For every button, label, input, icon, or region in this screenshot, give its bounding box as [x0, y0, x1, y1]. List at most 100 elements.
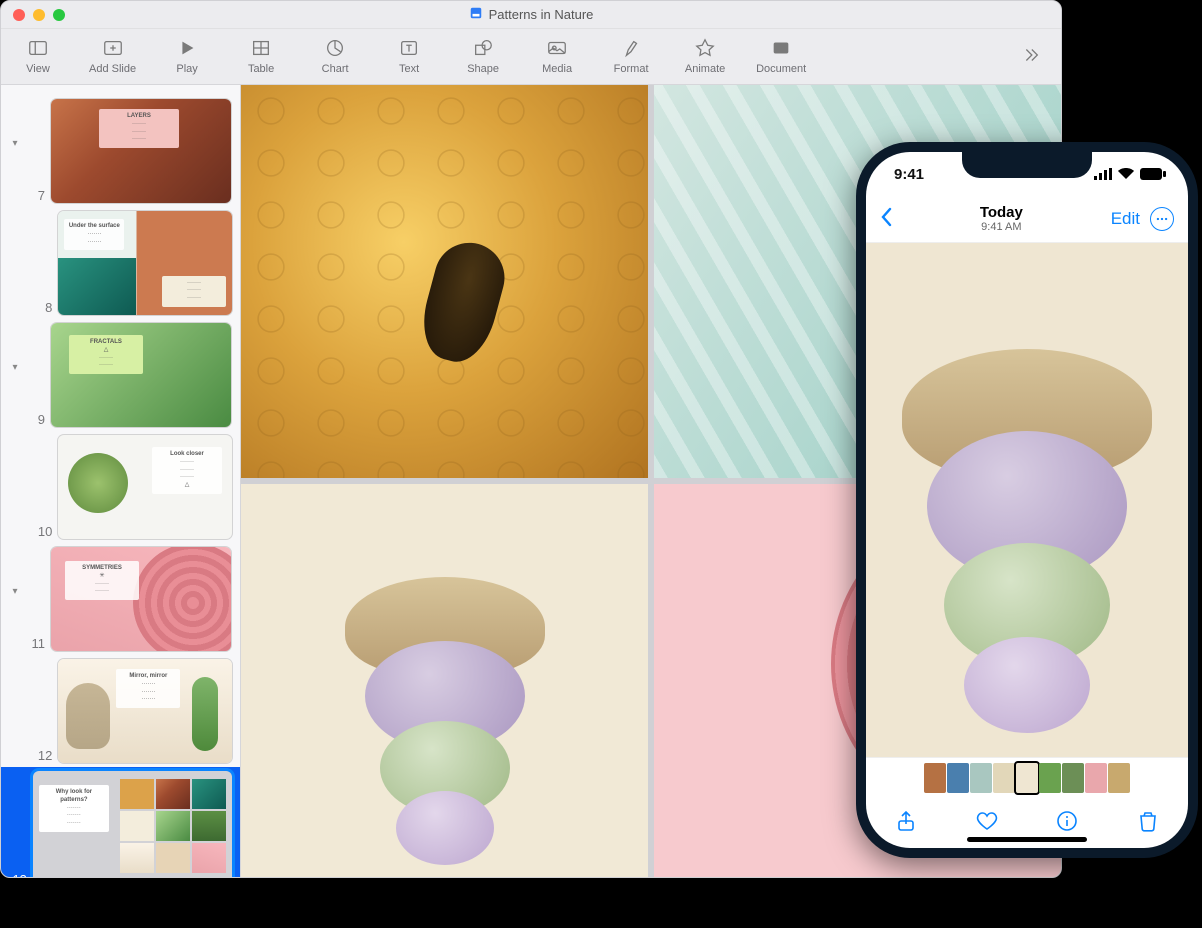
photo-filmstrip[interactable]	[866, 758, 1188, 798]
thumbnail-image: SYMMETRIES✳··············	[51, 547, 231, 651]
view-label: View	[26, 63, 50, 75]
document-icon	[770, 35, 792, 61]
shape-icon	[472, 35, 494, 61]
slide-thumbnail-10[interactable]: 10 Look closer·····················△	[1, 431, 240, 543]
chart-button[interactable]: Chart	[312, 35, 358, 75]
format-button[interactable]: Format	[608, 35, 654, 75]
iphone-device: 9:41 Today 9:41 AM Edit	[856, 142, 1198, 858]
add-slide-icon	[102, 35, 124, 61]
thumbnail-image: Mirror, mirror·····················	[58, 659, 232, 763]
iphone-screen: 9:41 Today 9:41 AM Edit	[866, 152, 1188, 848]
slide-number: 9	[27, 412, 45, 427]
canvas-image-urchins[interactable]	[241, 484, 648, 877]
table-button[interactable]: Table	[238, 35, 284, 75]
disclosure-toggle[interactable]: ▾	[9, 586, 21, 597]
shape-label: Shape	[467, 63, 499, 75]
shape-button[interactable]: Shape	[460, 35, 506, 75]
media-label: Media	[542, 63, 572, 75]
disclosure-toggle[interactable]: ▾	[9, 362, 21, 373]
wifi-icon	[1117, 168, 1135, 180]
chevron-right-icon	[1019, 42, 1041, 68]
slide-thumbnail-9[interactable]: ▾ 9 FRACTALS△··············	[1, 319, 240, 431]
format-label: Format	[614, 63, 649, 75]
slide-number: 10	[35, 524, 52, 539]
navbar-subtitle-text: 9:41 AM	[980, 221, 1023, 233]
slide-title: FRACTALS	[90, 339, 122, 345]
document-title-text: Patterns in Nature	[489, 7, 594, 22]
chart-icon	[324, 35, 346, 61]
text-label: Text	[399, 63, 419, 75]
photo-viewport[interactable]	[866, 242, 1188, 758]
toolbar: View Add Slide Play Table Chart Text Sha…	[1, 29, 1061, 85]
window-controls	[13, 9, 65, 21]
edit-button[interactable]: Edit	[1111, 209, 1140, 229]
close-icon[interactable]	[13, 9, 25, 21]
ellipsis-icon	[1155, 212, 1169, 226]
media-icon	[546, 35, 568, 61]
favorite-button[interactable]	[975, 809, 999, 838]
keynote-file-icon	[469, 6, 483, 23]
play-label: Play	[176, 63, 197, 75]
slide-title: Look closer	[170, 451, 204, 457]
format-icon	[620, 35, 642, 61]
slide-number: 11	[27, 636, 45, 651]
slide-thumbnail-13[interactable]: 13 Why look for patterns?···············…	[1, 767, 240, 877]
slide-navigator[interactable]: ▾ 7 LAYERS····················· 8 Under …	[1, 85, 241, 877]
slide-number: 7	[27, 188, 45, 203]
minimize-icon[interactable]	[33, 9, 45, 21]
heart-icon	[975, 809, 999, 833]
add-slide-label: Add Slide	[89, 63, 136, 75]
play-icon	[176, 35, 198, 61]
slide-thumbnail-7[interactable]: ▾ 7 LAYERS·····················	[1, 95, 240, 207]
info-icon	[1055, 809, 1079, 833]
slide-number: 8	[35, 300, 52, 315]
thumbnail-image: Look closer·····················△	[58, 435, 232, 539]
slide-title: Why look for patterns?	[56, 789, 92, 803]
slide-title: LAYERS	[127, 113, 151, 119]
chart-label: Chart	[322, 63, 349, 75]
notch	[962, 152, 1092, 178]
play-button[interactable]: Play	[164, 35, 210, 75]
slide-thumbnail-11[interactable]: ▾ 11 SYMMETRIES✳··············	[1, 543, 240, 655]
disclosure-toggle[interactable]: ▾	[9, 138, 21, 149]
slide-title: SYMMETRIES	[82, 565, 122, 571]
share-button[interactable]	[894, 809, 918, 838]
text-button[interactable]: Text	[386, 35, 432, 75]
table-label: Table	[248, 63, 274, 75]
document-label: Document	[756, 63, 806, 75]
more-button[interactable]	[1150, 207, 1174, 231]
status-time: 9:41	[894, 166, 924, 183]
canvas-image-honeycomb[interactable]	[241, 85, 648, 478]
delete-button[interactable]	[1136, 809, 1160, 838]
toolbar-overflow-button[interactable]	[1007, 42, 1053, 68]
battery-icon	[1140, 168, 1166, 180]
animate-button[interactable]: Animate	[682, 35, 728, 75]
add-slide-button[interactable]: Add Slide	[89, 35, 136, 75]
thumbnail-image: FRACTALS△··············	[51, 323, 231, 427]
status-icons	[1094, 168, 1166, 180]
share-icon	[894, 809, 918, 833]
slide-title: Under the surface	[69, 223, 120, 229]
info-button[interactable]	[1055, 809, 1079, 838]
thumbnail-image: LAYERS·····················	[51, 99, 231, 203]
view-icon	[27, 35, 49, 61]
thumbnail-image: Under the surface·············· ········…	[58, 211, 232, 315]
cellular-icon	[1094, 168, 1112, 180]
home-indicator[interactable]	[967, 837, 1087, 842]
slide-number: 12	[35, 748, 52, 763]
media-button[interactable]: Media	[534, 35, 580, 75]
table-icon	[250, 35, 272, 61]
slide-thumbnail-8[interactable]: 8 Under the surface·············· ······…	[1, 207, 240, 319]
text-icon	[398, 35, 420, 61]
photos-navbar: Today 9:41 AM Edit	[866, 196, 1188, 242]
navbar-title-text: Today	[980, 204, 1023, 221]
document-title: Patterns in Nature	[469, 6, 594, 23]
titlebar[interactable]: Patterns in Nature	[1, 1, 1061, 29]
zoom-icon[interactable]	[53, 9, 65, 21]
document-button[interactable]: Document	[756, 35, 806, 75]
back-button[interactable]	[880, 207, 892, 232]
animate-label: Animate	[685, 63, 725, 75]
view-button[interactable]: View	[15, 35, 61, 75]
thumbnail-image: Why look for patterns?··················…	[33, 771, 232, 877]
slide-thumbnail-12[interactable]: 12 Mirror, mirror·····················	[1, 655, 240, 767]
